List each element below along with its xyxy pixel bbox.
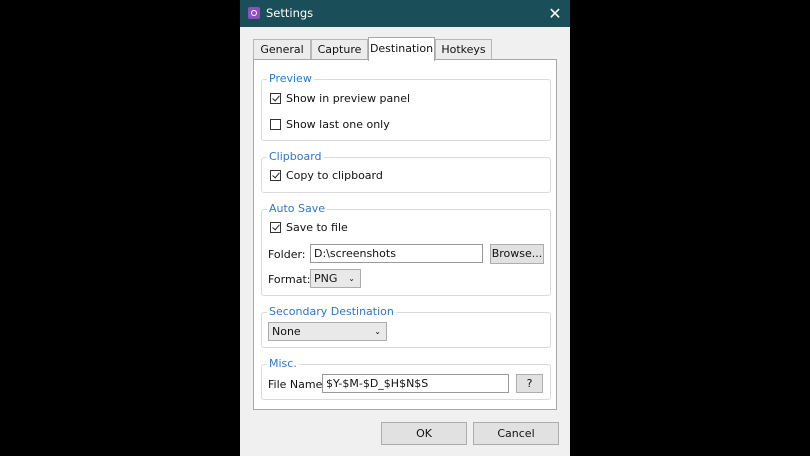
browse-button[interactable]: Browse... — [490, 244, 544, 264]
secondary-destination-group: Secondary Destination None ⌄ — [261, 305, 551, 348]
clipboard-group: Clipboard Copy to clipboard — [261, 150, 551, 193]
show-last-one-only-checkbox[interactable]: Show last one only — [270, 118, 390, 131]
window-title: Settings — [266, 6, 314, 20]
checkbox-box[interactable] — [270, 222, 281, 233]
checkbox-box[interactable] — [270, 170, 281, 181]
settings-window: Settings ✕ General Capture Destination H… — [240, 0, 570, 456]
copy-to-clipboard-checkbox[interactable]: Copy to clipboard — [270, 169, 383, 182]
preview-group: Preview Show in preview panel Show last … — [261, 72, 551, 141]
file-name-label: File Name: — [268, 378, 327, 391]
format-select[interactable]: PNG ⌄ — [310, 269, 361, 288]
help-button[interactable]: ? — [516, 374, 543, 393]
secondary-destination-selected-value: None — [272, 325, 301, 338]
title-bar: Settings ✕ — [240, 0, 570, 27]
misc-group: Misc. File Name: $Y-$M-$D_$H$N$S ? — [261, 357, 551, 400]
clipboard-group-title: Clipboard — [267, 150, 324, 164]
chevron-down-icon: ⌄ — [374, 327, 381, 336]
auto-save-group: Auto Save Save to file Folder: D:\screen… — [261, 202, 551, 296]
preview-group-title: Preview — [267, 72, 314, 86]
checkbox-box[interactable] — [270, 93, 281, 104]
secondary-destination-group-title: Secondary Destination — [267, 305, 396, 319]
destination-panel: Preview Show in preview panel Show last … — [253, 59, 557, 410]
misc-group-title: Misc. — [267, 357, 299, 371]
save-to-file-checkbox[interactable]: Save to file — [270, 221, 348, 234]
checkbox-label: Save to file — [286, 221, 348, 234]
app-icon — [248, 7, 260, 19]
close-button[interactable]: ✕ — [540, 0, 570, 27]
auto-save-group-title: Auto Save — [267, 202, 328, 216]
format-selected-value: PNG — [314, 272, 338, 285]
tab-general[interactable]: General — [253, 39, 311, 60]
format-label: Format: — [268, 273, 311, 286]
checkbox-label: Show in preview panel — [286, 92, 411, 105]
checkbox-label: Copy to clipboard — [286, 169, 383, 182]
folder-label: Folder: — [268, 248, 306, 261]
cancel-button[interactable]: Cancel — [473, 422, 559, 445]
folder-input[interactable]: D:\screenshots — [310, 244, 483, 263]
ok-button[interactable]: OK — [381, 422, 467, 445]
checkbox-label: Show last one only — [286, 118, 390, 131]
file-name-input[interactable]: $Y-$M-$D_$H$N$S — [322, 374, 509, 393]
tab-hotkeys[interactable]: Hotkeys — [435, 39, 492, 60]
chevron-down-icon: ⌄ — [348, 274, 355, 283]
checkbox-box[interactable] — [270, 119, 281, 130]
secondary-destination-select[interactable]: None ⌄ — [268, 322, 387, 341]
show-in-preview-panel-checkbox[interactable]: Show in preview panel — [270, 92, 410, 105]
tab-capture[interactable]: Capture — [311, 39, 368, 60]
tab-destination[interactable]: Destination — [368, 37, 435, 61]
